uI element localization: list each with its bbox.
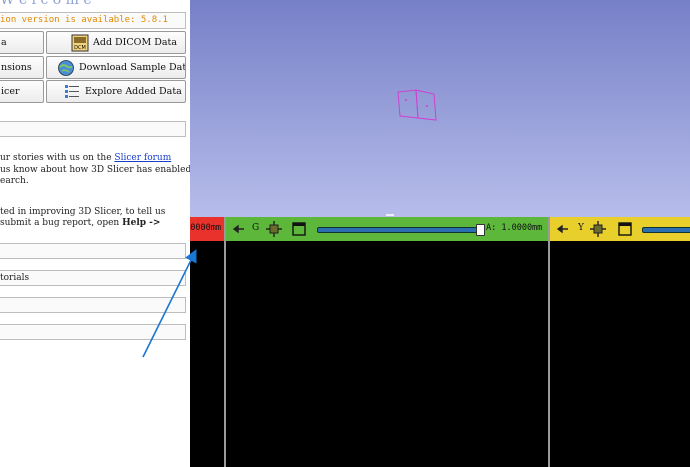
- extensions-button[interactable]: nsions: [0, 56, 44, 79]
- pin-icon[interactable]: [232, 222, 246, 236]
- maximize-view-icon[interactable]: [292, 222, 306, 236]
- feedback-line-5: submit a bug report, open Help ->: [0, 218, 161, 228]
- explore-added-data-button[interactable]: Explore Added Data: [46, 80, 186, 103]
- link-layers-icon[interactable]: [590, 221, 606, 237]
- green-slice-view[interactable]: [226, 241, 548, 467]
- svg-text:DCM: DCM: [74, 45, 86, 51]
- collapsible-section-3[interactable]: [0, 297, 186, 313]
- dicom-icon: DCM: [71, 34, 89, 51]
- collapsible-section-4[interactable]: [0, 324, 186, 340]
- yellow-slice-controller[interactable]: Y: [550, 217, 690, 241]
- red-slice-controller[interactable]: 0000mm: [190, 217, 224, 241]
- customize-slicer-button[interactable]: icer: [0, 80, 44, 103]
- yellow-view-letter: Y: [578, 223, 584, 233]
- green-slice-offset-readout: A: 1.0000mm: [486, 223, 543, 233]
- slider-handle[interactable]: [476, 224, 485, 236]
- feedback-line-3: earch.: [0, 176, 29, 186]
- feedback-line-4: ted in improving 3D Slicer, to tell us: [0, 207, 166, 217]
- add-data-button[interactable]: a: [0, 31, 44, 54]
- green-slice-controller[interactable]: G A: 1.0000mm: [226, 217, 548, 241]
- download-sample-data-button[interactable]: Download Sample Data: [46, 56, 186, 79]
- collapsible-section-tutorials[interactable]: torials: [0, 270, 186, 286]
- help-menu-reference: Help ->: [122, 218, 161, 228]
- globe-download-icon: [58, 59, 74, 76]
- 3d-object-outline: [397, 89, 437, 121]
- red-slice-view[interactable]: [190, 241, 224, 467]
- slice-offset-slider[interactable]: [317, 224, 485, 236]
- green-view-letter: G: [252, 223, 260, 233]
- feedback-section-header[interactable]: [0, 121, 186, 137]
- link-layers-icon[interactable]: [266, 221, 282, 237]
- slicer-forum-link[interactable]: Slicer forum: [114, 153, 171, 163]
- welcome-title: W e l c o m e: [0, 0, 92, 8]
- update-notice: ion version is available: 5.8.1: [0, 15, 168, 25]
- red-slice-offset-readout: 0000mm: [190, 223, 221, 233]
- update-notice-bar: ion version is available: 5.8.1: [0, 12, 186, 29]
- welcome-panel: W e l c o m e ion version is available: …: [0, 0, 190, 467]
- yellow-slice-view[interactable]: [550, 241, 690, 467]
- feedback-line-2: us know about how 3D Slicer has enabled: [0, 165, 190, 175]
- explore-data-icon: [65, 84, 79, 98]
- pin-icon[interactable]: [556, 222, 570, 236]
- yellow-slice-offset-slider[interactable]: [642, 227, 690, 233]
- 3d-view[interactable]: [190, 0, 690, 217]
- view-separator-handle[interactable]: [386, 214, 394, 216]
- feedback-line-1: ur stories with us on the Slicer forum: [0, 153, 172, 163]
- collapsible-section-1[interactable]: [0, 243, 186, 259]
- maximize-view-icon[interactable]: [618, 222, 632, 236]
- add-dicom-data-button[interactable]: DCM Add DICOM Data: [46, 31, 186, 54]
